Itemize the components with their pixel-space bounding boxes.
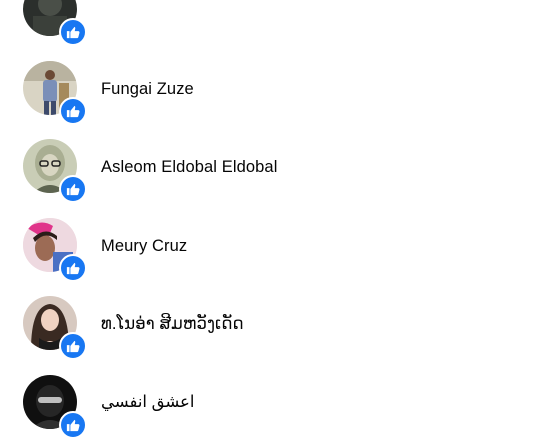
list-item[interactable]: ທ.ໂນອ່າ ສີມຫວັງເດັດ	[0, 284, 540, 363]
avatar[interactable]	[23, 218, 77, 272]
list-item[interactable]: Asleom Eldobal Eldobal	[0, 127, 540, 206]
avatar[interactable]	[23, 375, 77, 429]
reactions-list: Fungai Zuze Asleom Eldobal Eldobal	[0, 0, 540, 441]
list-item[interactable]: Fungai Zuze	[0, 49, 540, 128]
avatar[interactable]	[23, 139, 77, 193]
list-item[interactable]: Meury Cruz	[0, 206, 540, 285]
thumbs-up-icon	[59, 332, 87, 360]
list-item[interactable]	[0, 0, 540, 49]
person-name[interactable]: Asleom Eldobal Eldobal	[101, 158, 277, 177]
avatar[interactable]	[23, 61, 77, 115]
person-name[interactable]: Fungai Zuze	[101, 80, 194, 99]
thumbs-up-icon	[59, 18, 87, 46]
thumbs-up-icon	[59, 411, 87, 439]
thumbs-up-icon	[59, 97, 87, 125]
thumbs-up-icon	[59, 175, 87, 203]
avatar[interactable]	[23, 0, 77, 36]
avatar[interactable]	[23, 296, 77, 350]
list-item[interactable]: اعشق انفسي	[0, 363, 540, 441]
person-name[interactable]: Meury Cruz	[101, 237, 187, 256]
person-name[interactable]: اعشق انفسي	[101, 392, 195, 412]
thumbs-up-icon	[59, 254, 87, 282]
person-name[interactable]: ທ.ໂນອ່າ ສີມຫວັງເດັດ	[101, 314, 244, 334]
